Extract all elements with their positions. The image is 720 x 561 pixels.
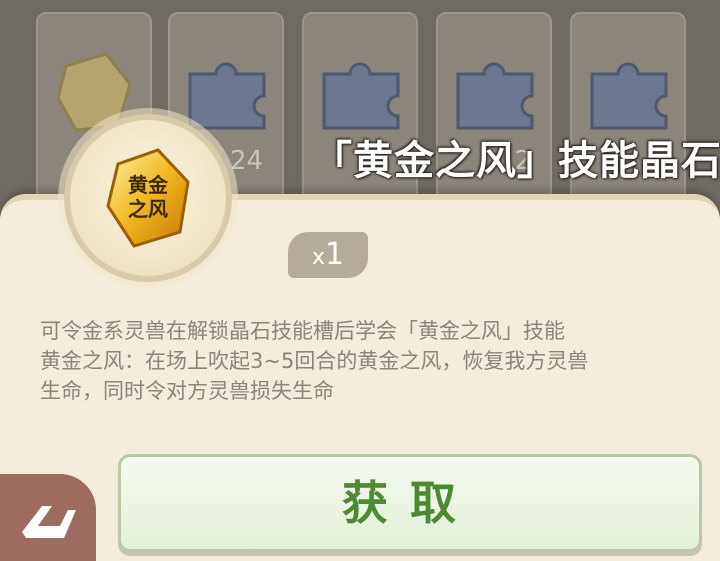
puzzle-piece-creature-icon bbox=[590, 62, 668, 130]
description-line: 生命，同时令对方灵兽损失生命 bbox=[40, 379, 334, 403]
crystal-label-top: 黄金 bbox=[128, 173, 169, 197]
item-title: 「黄金之风」技能晶石 bbox=[312, 138, 720, 184]
description-line: 可令金系灵兽在解锁晶石技能槽后学会「黄金之风」技能 bbox=[40, 319, 565, 343]
golden-wind-crystal-icon: 黄金 之风 bbox=[106, 148, 190, 248]
puzzle-piece-water-icon bbox=[188, 62, 266, 130]
puzzle-piece-shark-icon bbox=[322, 62, 400, 130]
description-line: 黄金之风：在场上吹起3~5回合的黄金之风，恢复我方灵兽 bbox=[40, 349, 589, 373]
quantity-prefix: x bbox=[311, 245, 325, 270]
puzzle-piece-beast-icon bbox=[456, 62, 534, 130]
quantity-badge: x1 bbox=[288, 232, 368, 278]
obtain-button[interactable]: 获取 bbox=[118, 454, 702, 552]
back-arrow-icon bbox=[22, 506, 76, 538]
item-description: 可令金系灵兽在解锁晶石技能槽后学会「黄金之风」技能 黄金之风：在场上吹起3~5回… bbox=[40, 316, 700, 406]
item-icon-frame: 黄金 之风 bbox=[64, 114, 232, 282]
quantity-value: 1 bbox=[324, 237, 345, 272]
back-button[interactable] bbox=[0, 474, 96, 561]
slot-count: 24 bbox=[230, 146, 264, 176]
crystal-label-bottom: 之风 bbox=[128, 197, 168, 221]
